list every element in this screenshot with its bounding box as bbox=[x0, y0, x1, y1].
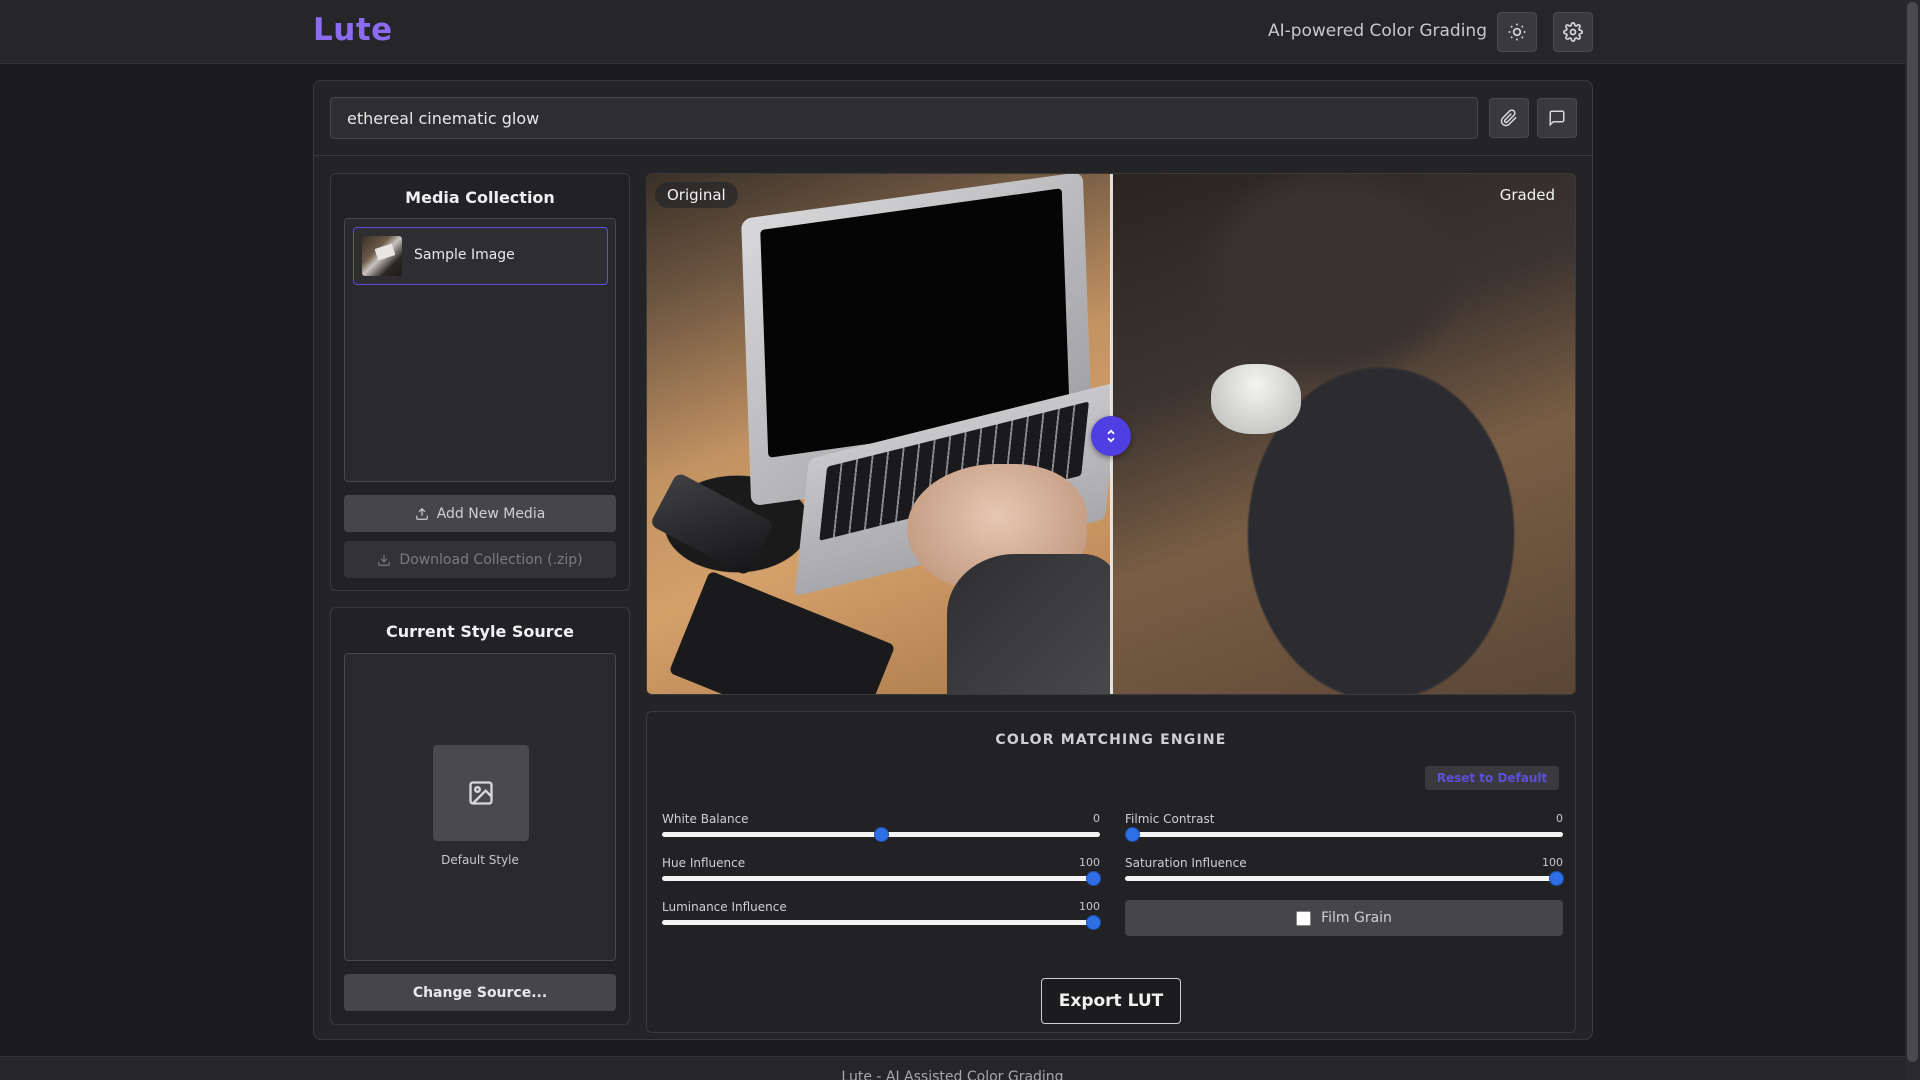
prompt-row bbox=[314, 81, 1592, 156]
filmic-contrast-label: Filmic Contrast bbox=[1125, 812, 1215, 826]
original-label: Original bbox=[655, 182, 738, 208]
image-comparison-viewer[interactable]: Original Graded bbox=[646, 173, 1576, 695]
style-source-title: Current Style Source bbox=[385, 622, 574, 641]
slider-track[interactable] bbox=[662, 920, 1100, 925]
slider-track[interactable] bbox=[662, 876, 1100, 881]
download-collection-button[interactable]: Download Collection (.zip) bbox=[344, 541, 616, 578]
gear-icon bbox=[1563, 22, 1583, 42]
luminance-influence-value: 100 bbox=[1079, 900, 1100, 913]
film-grain-toggle[interactable]: Film Grain bbox=[1125, 900, 1563, 936]
page-scrollbar[interactable] bbox=[1905, 0, 1920, 1080]
paperclip-icon bbox=[1500, 109, 1517, 127]
slider-track[interactable] bbox=[1125, 876, 1563, 881]
original-image bbox=[647, 174, 1120, 694]
slider-thumb[interactable] bbox=[1086, 871, 1101, 886]
download-collection-label: Download Collection (.zip) bbox=[399, 551, 583, 568]
media-list: Sample Image bbox=[344, 218, 616, 482]
page-footer: Lute - AI Assisted Color Grading bbox=[0, 1056, 1905, 1080]
media-collection-title: Media Collection bbox=[405, 188, 555, 207]
white-balance-label: White Balance bbox=[662, 812, 749, 826]
add-new-media-button[interactable]: Add New Media bbox=[344, 495, 616, 532]
chat-bubble-icon bbox=[1549, 110, 1565, 127]
graded-label: Graded bbox=[1499, 186, 1555, 204]
attach-button[interactable] bbox=[1489, 98, 1529, 138]
export-lut-button[interactable]: Export LUT bbox=[1041, 978, 1181, 1024]
hue-influence-label: Hue Influence bbox=[662, 856, 746, 870]
film-grain-label: Film Grain bbox=[1321, 910, 1392, 926]
style-source-panel: Current Style Source Default Style Chang… bbox=[330, 607, 630, 1025]
add-new-media-label: Add New Media bbox=[436, 505, 546, 522]
style-prompt-input[interactable] bbox=[330, 97, 1478, 139]
engine-title: COLOR MATCHING ENGINE bbox=[995, 732, 1227, 748]
style-source-preview: Default Style bbox=[344, 653, 616, 961]
media-item-label: Sample Image bbox=[414, 247, 515, 263]
film-grain-checkbox[interactable] bbox=[1296, 910, 1312, 926]
media-collection-panel: Media Collection Sample Image Add New Me… bbox=[330, 173, 630, 591]
footer-text: Lute - AI Assisted Color Grading bbox=[841, 1069, 1064, 1080]
media-item-sample-image[interactable]: Sample Image bbox=[353, 227, 608, 285]
app-tagline: AI-powered Color Grading bbox=[1267, 21, 1487, 41]
saturation-influence-value: 100 bbox=[1542, 856, 1563, 869]
chat-button[interactable] bbox=[1537, 98, 1577, 138]
graded-image bbox=[1111, 174, 1575, 694]
default-style-label: Default Style bbox=[441, 853, 519, 867]
main-card: Media Collection Sample Image Add New Me… bbox=[313, 80, 1593, 1040]
saturation-influence-label: Saturation Influence bbox=[1125, 856, 1247, 870]
slider-track[interactable] bbox=[1125, 832, 1563, 837]
saturation-influence-slider[interactable]: Saturation Influence 100 bbox=[1125, 856, 1564, 886]
theme-toggle-button[interactable] bbox=[1497, 12, 1537, 52]
image-icon bbox=[469, 781, 493, 805]
chevron-up-down-icon bbox=[1107, 429, 1115, 443]
slider-thumb[interactable] bbox=[874, 827, 889, 842]
slider-thumb[interactable] bbox=[1086, 915, 1101, 930]
slider-thumb[interactable] bbox=[1125, 827, 1140, 842]
comparison-handle[interactable] bbox=[1091, 416, 1131, 456]
app-logo: Lute bbox=[313, 12, 393, 48]
hue-influence-slider[interactable]: Hue Influence 100 bbox=[662, 856, 1101, 886]
luminance-influence-slider[interactable]: Luminance Influence 100 bbox=[662, 900, 1101, 930]
download-icon bbox=[378, 554, 391, 566]
hue-influence-value: 100 bbox=[1079, 856, 1100, 869]
change-source-button[interactable]: Change Source... bbox=[344, 974, 616, 1011]
settings-button[interactable] bbox=[1553, 12, 1593, 52]
filmic-contrast-slider[interactable]: Filmic Contrast 0 bbox=[1125, 812, 1563, 842]
sun-icon bbox=[1508, 23, 1526, 41]
reset-to-default-button[interactable]: Reset to Default bbox=[1425, 766, 1559, 790]
luminance-influence-label: Luminance Influence bbox=[662, 900, 787, 914]
white-balance-slider[interactable]: White Balance 0 bbox=[662, 812, 1100, 842]
slider-thumb[interactable] bbox=[1549, 871, 1564, 886]
change-source-label: Change Source... bbox=[412, 984, 548, 1001]
scrollbar-thumb[interactable] bbox=[1907, 2, 1918, 1062]
app-header: Lute AI-powered Color Grading bbox=[0, 0, 1905, 64]
upload-icon bbox=[415, 507, 428, 520]
style-placeholder bbox=[433, 745, 529, 841]
filmic-contrast-value: 0 bbox=[1556, 812, 1563, 825]
white-balance-value: 0 bbox=[1093, 812, 1100, 825]
media-thumbnail bbox=[362, 236, 402, 276]
